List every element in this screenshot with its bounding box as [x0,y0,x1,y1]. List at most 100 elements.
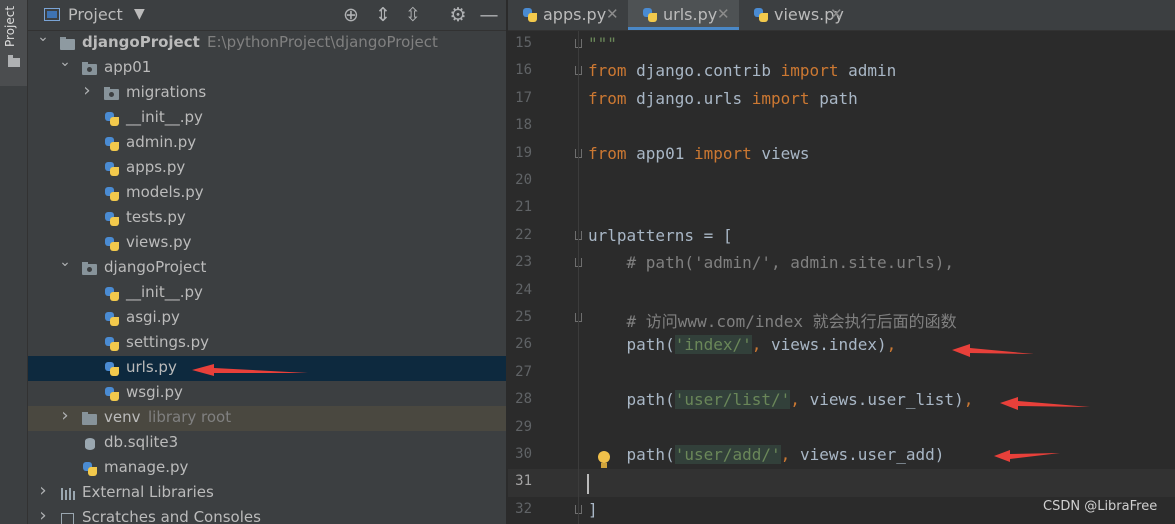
tree-item[interactable]: › migrations [28,80,506,106]
code-token: django.contrib [626,61,781,81]
tree-item[interactable]: __init__.py [28,106,506,131]
project-tool-tab[interactable]: Project [0,0,27,86]
code-token: , [780,445,791,464]
chevron-down-icon[interactable]: ⌄ [58,254,72,270]
tree-item[interactable]: settings.py [28,331,506,356]
libraries-icon [60,486,76,502]
python-file-icon [104,111,120,127]
code-line: 31 [508,469,1175,497]
tree-item[interactable]: › venv library root [28,405,506,431]
tree-item-label: djangoProject [82,33,200,51]
line-number: 22 [515,226,532,243]
tree-item-label: venv [104,408,141,426]
tree-item-label: urls.py [126,358,177,376]
gutter-divider [578,31,579,524]
chevron-right-icon[interactable]: › [80,80,94,101]
code-text: # 访问www.com/index 就会执行后面的函数 [588,308,957,332]
line-number: 23 [515,254,532,271]
tree-item[interactable]: › Scratches and Consoles [28,505,506,524]
tree-item[interactable]: models.py [28,181,506,206]
tree-item[interactable]: asgi.py [28,306,506,331]
python-file-icon [82,461,98,477]
tree-item-label: app01 [104,58,152,76]
line-number: 15 [515,35,532,51]
line-number: 29 [515,418,532,435]
scratches-icon [60,511,76,524]
code-token: from [588,88,627,108]
tree-item[interactable]: __init__.py [28,281,506,306]
tree-item-label: Scratches and Consoles [82,508,261,524]
tree-item-label: db.sqlite3 [104,433,179,451]
collapse-all-icon[interactable]: ⇳ [402,3,424,27]
python-file-icon [522,7,538,23]
tree-item[interactable]: wsgi.py [28,381,506,406]
editor-tab-label: urls.py [663,5,718,24]
python-file-icon [104,236,120,252]
tree-item-label: asgi.py [126,308,180,326]
tree-item[interactable]: ⌄ djangoProject E:\pythonProject\djangoPro… [28,29,506,56]
code-text: path('user/add/', views.user_add) [588,445,944,464]
annotation-arrow [192,363,310,376]
tree-item[interactable]: › External Libraries [28,480,506,506]
tree-item-label: manage.py [104,458,189,476]
code-token: views.user_add) [790,445,945,464]
code-line: 27 [508,360,1175,387]
chevron-down-icon[interactable]: ⌄ [36,29,50,45]
expand-all-icon[interactable]: ⇕ [372,3,394,27]
python-file-icon [104,136,120,152]
code-token: views.index) [761,335,887,355]
folder-icon [82,411,98,427]
close-icon[interactable]: ✕ [606,5,619,23]
line-number: 24 [515,281,532,298]
tree-item[interactable]: manage.py [28,456,506,481]
chevron-right-icon[interactable]: › [36,480,50,501]
editor-tab[interactable]: urls.py ✕ [628,0,739,30]
code-editor: apps.py ✕ urls.py ✕ views.py ✕ 15 """ 16 from dj… [508,0,1175,524]
close-icon[interactable]: ✕ [717,5,730,23]
tree-item[interactable]: ⌄ djangoProject [28,254,506,281]
tree-item[interactable]: db.sqlite3 [28,431,506,456]
code-token: 'user/list/' [674,390,791,410]
tree-item-label: admin.py [126,133,197,151]
tree-item-label: views.py [126,233,192,251]
package-folder-icon [82,61,98,77]
code-token: """ [588,34,617,53]
panel-title[interactable]: Project [68,5,123,24]
project-folder-icon [60,36,76,52]
tree-item-label: wsgi.py [126,383,183,401]
code-text: path('index/', views.index), [588,335,897,355]
gear-icon[interactable]: ⚙ [447,3,469,27]
tree-item[interactable]: tests.py [28,206,506,231]
tree-item[interactable]: ⌄ app01 [28,54,506,81]
line-number: 31 [515,473,532,490]
chevron-right-icon[interactable]: › [36,505,50,524]
minimize-icon[interactable]: — [478,3,500,27]
package-folder-icon [104,86,120,102]
line-number: 32 [515,500,532,517]
lightbulb-icon[interactable] [597,451,611,471]
code-line: 20 [508,168,1175,195]
annotation-arrow [952,344,1036,357]
tree-item[interactable]: admin.py [28,131,506,156]
chevron-right-icon[interactable]: › [58,405,72,426]
tree-item-label: External Libraries [82,483,214,501]
chevron-down-icon[interactable]: ⌄ [58,54,72,70]
line-number: 18 [515,117,532,134]
code-token: 'index/' [674,335,752,355]
tree-item[interactable]: views.py [28,231,506,256]
python-file-icon [104,161,120,177]
tree-item-hint: E:\pythonProject\djangoProject [207,33,438,51]
locate-icon[interactable]: ⊕ [340,3,362,27]
tree-item[interactable]: apps.py [28,156,506,181]
chevron-down-icon[interactable]: ▼ [134,6,145,22]
close-icon[interactable]: ✕ [830,5,843,23]
line-number: 30 [515,446,532,462]
tool-window-stripe: Project [0,0,28,524]
line-number: 17 [515,89,532,106]
editor-tab[interactable]: views.py ✕ [739,0,852,30]
editor-tab[interactable]: apps.py ✕ [508,0,628,30]
code-token: , [886,335,897,355]
text-caret [587,474,589,494]
database-file-icon [82,436,98,452]
code-text: # path('admin/', admin.site.urls), [588,253,955,272]
